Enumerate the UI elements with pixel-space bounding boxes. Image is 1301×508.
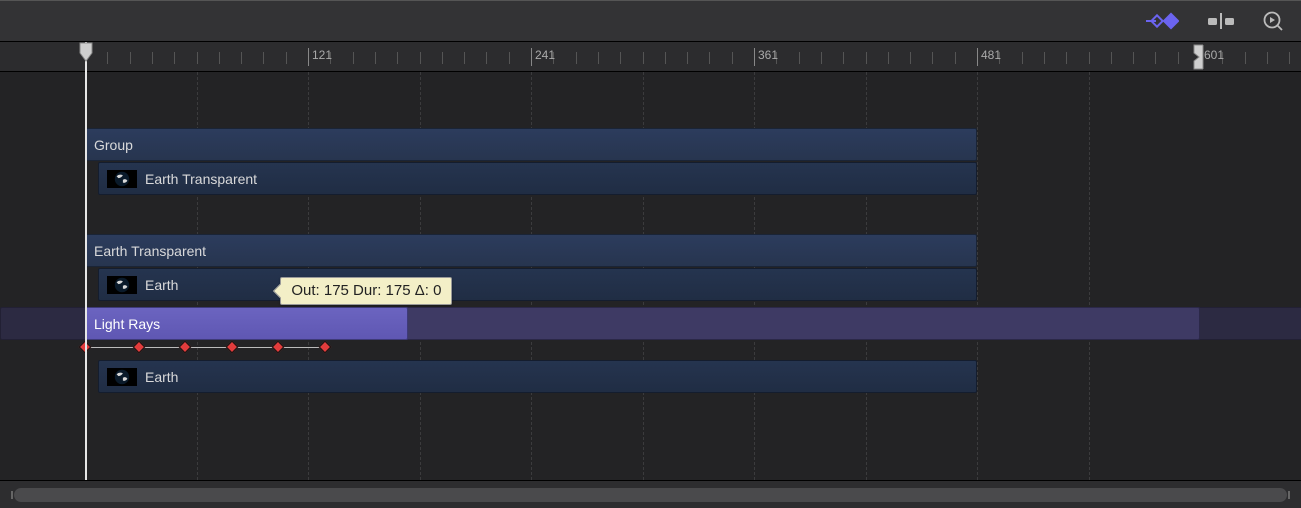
snapping-icon	[1207, 12, 1235, 30]
clip-thumbnail	[107, 170, 137, 188]
timeline-area[interactable]: 121 241 361 481 601 Group Earth Transparent Ea…	[0, 42, 1301, 480]
timeline-window: 121 241 361 481 601 Group Earth Transparent Ea…	[0, 0, 1301, 508]
keyframe-icon[interactable]	[318, 341, 331, 354]
clip-thumbnail	[107, 276, 137, 294]
group-header-bar[interactable]: Group	[85, 128, 977, 161]
keyframe-icon[interactable]	[272, 341, 285, 354]
effect-light-rays[interactable]: Light Rays	[85, 307, 408, 340]
keyframe-diamond-icon	[1145, 12, 1179, 30]
group-earth-transparent[interactable]: Earth Transparent	[85, 234, 977, 267]
tracks-area[interactable]: Group Earth Transparent Earth Transparent E…	[0, 72, 1301, 480]
ruler-label: 241	[535, 48, 555, 62]
clip-label: Earth Transparent	[94, 243, 206, 259]
playhead-handle[interactable]	[79, 42, 93, 62]
horizontal-scrollbar[interactable]	[0, 480, 1301, 508]
ruler-label: 121	[312, 48, 332, 62]
playhead[interactable]	[85, 42, 87, 480]
scrollbar-grip-left[interactable]	[8, 488, 16, 502]
show-keyframes-button[interactable]	[1145, 12, 1179, 30]
ruler-label: 601	[1204, 48, 1224, 62]
scrollbar-grip-right[interactable]	[1285, 488, 1293, 502]
ruler-label: 481	[981, 48, 1001, 62]
clip-earth-2[interactable]: Earth	[98, 360, 977, 393]
keyframe-line	[85, 347, 325, 348]
ruler-label: 361	[758, 48, 778, 62]
play-circle-icon	[1263, 11, 1283, 31]
snapping-button[interactable]	[1207, 12, 1235, 30]
timeline-toolbar	[0, 0, 1301, 42]
time-ruler[interactable]: 121 241 361 481 601	[0, 42, 1301, 72]
clip-label: Light Rays	[94, 316, 160, 332]
clip-label: Group	[94, 137, 133, 153]
zoom-search-button[interactable]	[1263, 11, 1283, 31]
scrollbar-thumb[interactable]	[14, 488, 1287, 502]
keyframe-icon[interactable]	[225, 341, 238, 354]
clip-earth-transparent[interactable]: Earth Transparent	[98, 162, 977, 195]
trim-tooltip: Out: 175 Dur: 175 Δ: 0	[280, 277, 452, 305]
play-range-out-marker[interactable]	[1192, 44, 1204, 70]
clip-label: Earth Transparent	[145, 171, 257, 187]
clip-label: Earth	[145, 369, 178, 385]
clip-label: Earth	[145, 277, 178, 293]
clip-thumbnail	[107, 368, 137, 386]
keyframe-icon[interactable]	[179, 341, 192, 354]
keyframe-icon[interactable]	[133, 341, 146, 354]
clip-earth-1[interactable]: Earth	[98, 268, 977, 301]
playhead-icon	[79, 42, 93, 62]
